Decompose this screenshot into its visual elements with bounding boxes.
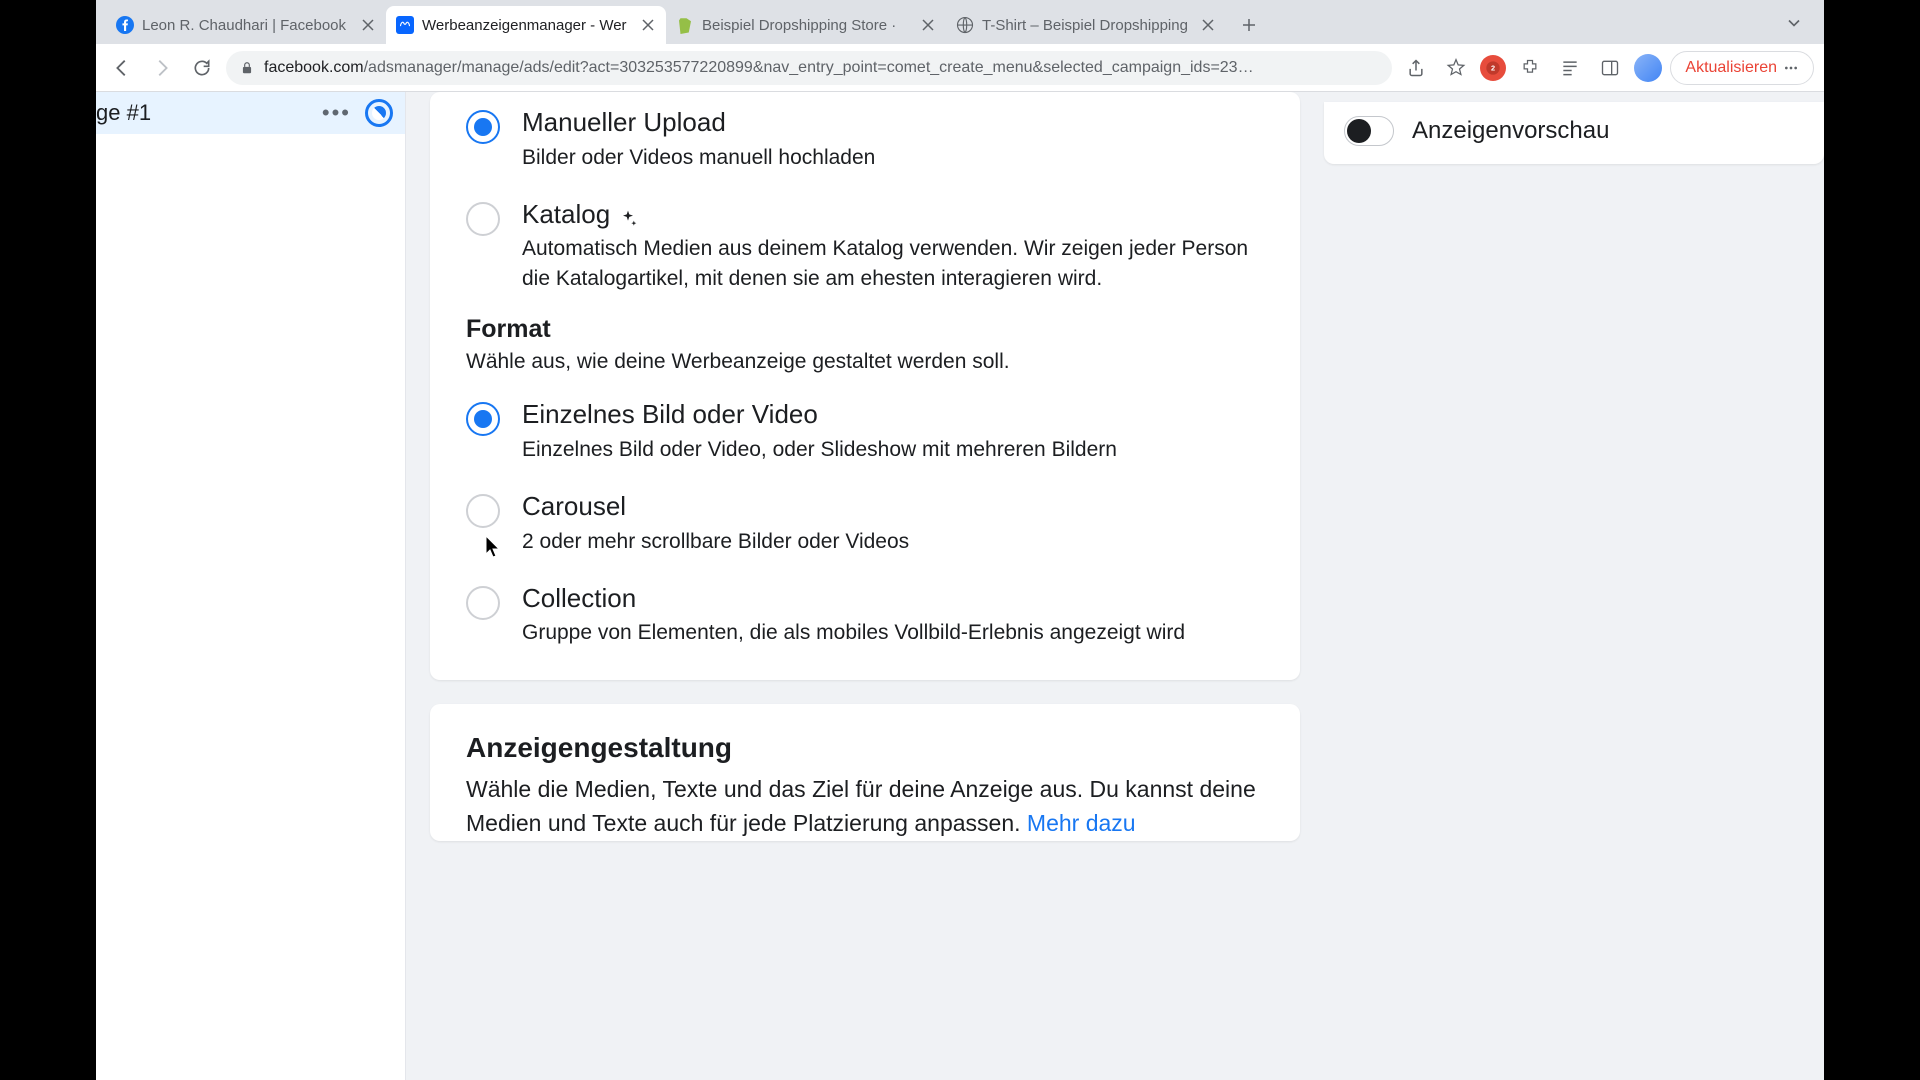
radio-input[interactable] [466, 494, 500, 528]
forward-button[interactable] [146, 52, 178, 84]
option-description: 2 oder mehr scrollbare Bilder oder Video… [522, 527, 1264, 556]
sidebar-item-label: ge #1 [96, 100, 308, 126]
close-icon[interactable] [920, 17, 936, 33]
tab-title: T-Shirt – Beispiel Dropshipping [982, 17, 1192, 34]
extension-badge[interactable]: 2 [1480, 55, 1506, 81]
browser-tab[interactable]: Werbeanzeigenmanager - Wer [386, 6, 666, 44]
card-description: Wähle die Medien, Texte und das Ziel für… [466, 772, 1264, 841]
format-option-carousel[interactable]: Carousel 2 oder mehr scrollbare Bilder o… [430, 486, 1300, 578]
browser-tab[interactable]: Leon R. Chaudhari | Facebook [106, 6, 386, 44]
facebook-icon [116, 16, 134, 34]
side-panel-icon[interactable] [1594, 52, 1626, 84]
format-option-single[interactable]: Einzelnes Bild oder Video Einzelnes Bild… [430, 394, 1300, 486]
browser-tab-bar: Leon R. Chaudhari | Facebook Werbeanzeig… [96, 0, 1824, 44]
option-title: Katalog [522, 198, 1264, 231]
preview-label: Anzeigenvorschau [1412, 117, 1609, 145]
meta-icon [396, 16, 414, 34]
browser-tab[interactable]: T-Shirt – Beispiel Dropshipping [946, 6, 1226, 44]
tab-title: Beispiel Dropshipping Store · [702, 17, 912, 34]
shopify-icon [676, 16, 694, 34]
status-indicator-icon [365, 99, 393, 127]
format-section-header: Format Wähle aus, wie deine Werbeanzeige… [430, 315, 1300, 382]
lock-icon [240, 61, 254, 75]
section-title: Format [466, 315, 1264, 344]
back-button[interactable] [106, 52, 138, 84]
tab-title: Leon R. Chaudhari | Facebook [142, 17, 352, 34]
globe-icon [956, 16, 974, 34]
section-subtitle: Wähle aus, wie deine Werbeanzeige gestal… [466, 350, 1264, 374]
close-icon[interactable] [360, 17, 376, 33]
update-button[interactable]: Aktualisieren [1670, 51, 1814, 85]
preview-toggle[interactable] [1344, 116, 1394, 146]
format-option-collection[interactable]: Collection Gruppe von Elementen, die als… [430, 578, 1300, 652]
bookmark-icon[interactable] [1440, 52, 1472, 84]
close-icon[interactable] [1200, 17, 1216, 33]
source-option-catalog[interactable]: Katalog Automatisch Medien aus deinem Ka… [430, 194, 1300, 315]
tab-title: Werbeanzeigenmanager - Wer [422, 17, 632, 34]
option-title: Carousel [522, 490, 1264, 523]
reload-button[interactable] [186, 52, 218, 84]
learn-more-link[interactable]: Mehr dazu [1027, 810, 1136, 836]
preview-toggle-card: Anzeigenvorschau [1324, 102, 1824, 164]
option-description: Gruppe von Elementen, die als mobiles Vo… [522, 618, 1264, 647]
new-tab-button[interactable] [1234, 10, 1264, 40]
browser-tab[interactable]: Beispiel Dropshipping Store · [666, 6, 946, 44]
content-area: ge #1 ••• Manueller Upload Bilder oder V… [96, 92, 1824, 1080]
option-description: Automatisch Medien aus deinem Katalog ve… [522, 234, 1264, 293]
creative-card: Anzeigengestaltung Wähle die Medien, Tex… [430, 704, 1300, 841]
sidebar: ge #1 ••• [96, 92, 406, 1080]
preview-panel: Anzeigenvorschau [1324, 92, 1824, 1080]
source-option-manual[interactable]: Manueller Upload Bilder oder Videos manu… [430, 92, 1300, 194]
card-title: Anzeigengestaltung [466, 732, 1264, 764]
tabs-dropdown-icon[interactable] [1784, 13, 1804, 38]
reading-list-icon[interactable] [1554, 52, 1586, 84]
radio-input[interactable] [466, 202, 500, 236]
address-input[interactable]: facebook.com/adsmanager/manage/ads/edit?… [226, 51, 1392, 85]
radio-input[interactable] [466, 110, 500, 144]
browser-address-bar: facebook.com/adsmanager/manage/ads/edit?… [96, 44, 1824, 92]
url-text: facebook.com/adsmanager/manage/ads/edit?… [264, 59, 1378, 77]
profile-avatar[interactable] [1634, 54, 1662, 82]
option-title: Einzelnes Bild oder Video [522, 398, 1264, 431]
svg-text:2: 2 [1491, 63, 1495, 72]
option-description: Einzelnes Bild oder Video, oder Slidesho… [522, 435, 1264, 464]
radio-input[interactable] [466, 586, 500, 620]
more-icon[interactable]: ••• [322, 100, 351, 126]
extensions-icon[interactable] [1514, 52, 1546, 84]
toggle-knob [1347, 119, 1371, 143]
option-description: Bilder oder Videos manuell hochladen [522, 143, 1264, 172]
sparkle-icon [618, 204, 638, 224]
option-title: Collection [522, 582, 1264, 615]
radio-input[interactable] [466, 402, 500, 436]
main-content[interactable]: Manueller Upload Bilder oder Videos manu… [406, 92, 1324, 1080]
close-icon[interactable] [640, 17, 656, 33]
sidebar-item-ad[interactable]: ge #1 ••• [96, 92, 405, 134]
share-icon[interactable] [1400, 52, 1432, 84]
ad-setup-card: Manueller Upload Bilder oder Videos manu… [430, 92, 1300, 680]
option-title: Manueller Upload [522, 106, 1264, 139]
